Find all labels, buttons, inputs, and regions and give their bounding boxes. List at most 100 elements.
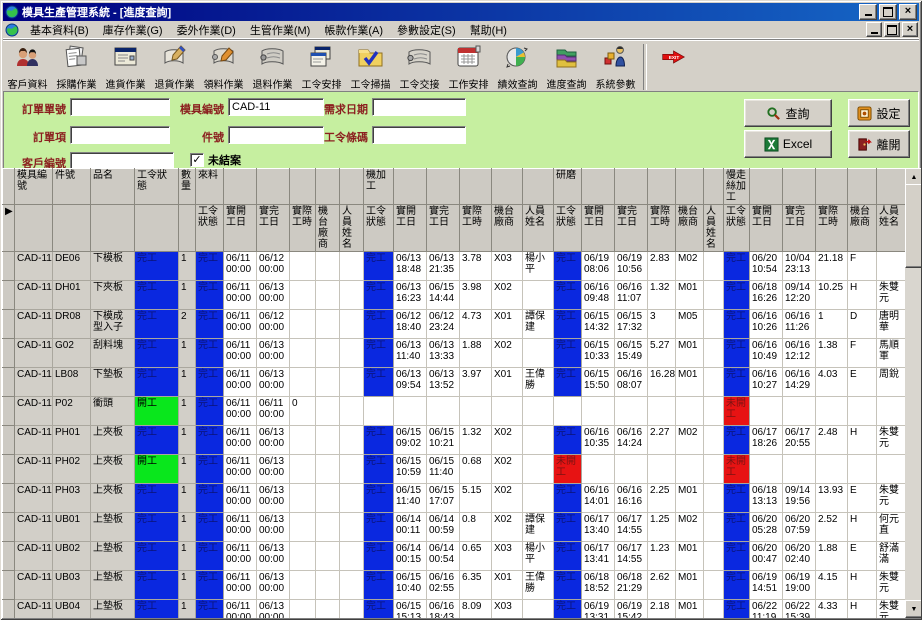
grinding-hours-cell[interactable]: 2.27: [648, 426, 676, 455]
incoming-machine-cell[interactable]: [316, 310, 340, 339]
grinding-start-cell[interactable]: 06/16 09:48: [582, 281, 615, 310]
incoming-machine-cell[interactable]: [316, 571, 340, 600]
grinding-hours-cell[interactable]: 1.23: [648, 542, 676, 571]
grinding-status-cell[interactable]: 完工: [554, 571, 582, 600]
grinding-hours-cell[interactable]: [648, 397, 676, 426]
incoming-start-cell[interactable]: 06/11 00:00: [224, 252, 257, 281]
machining-start-cell[interactable]: 06/14 00:11: [394, 513, 427, 542]
grinding-end-cell[interactable]: 06/15 15:49: [615, 339, 648, 368]
wirecut-start-cell[interactable]: 06/18 13:13: [750, 484, 783, 513]
incoming-hours-cell[interactable]: [290, 571, 316, 600]
incoming-end-cell[interactable]: 06/11 00:00: [257, 397, 290, 426]
wirecut-machine-cell[interactable]: E: [848, 368, 877, 397]
grinding-person-cell[interactable]: [704, 426, 724, 455]
cell-mold-no[interactable]: CAD-11: [15, 368, 53, 397]
cell-product-name[interactable]: 刮料塊: [91, 339, 135, 368]
wirecut-status-cell[interactable]: 未開 工: [724, 397, 750, 426]
toolbar-receiving-button[interactable]: 進貨作業: [101, 41, 150, 93]
cell-product-name[interactable]: 下模成 型入子: [91, 310, 135, 339]
wirecut-hours-cell[interactable]: 2.48: [816, 426, 848, 455]
cell-part-no[interactable]: DR08: [53, 310, 91, 339]
wirecut-hours-cell[interactable]: 10.25: [816, 281, 848, 310]
machining-status-cell[interactable]: [364, 397, 394, 426]
machining-machine-cell[interactable]: X03: [492, 252, 523, 281]
incoming-machine-cell[interactable]: [316, 455, 340, 484]
machining-status-cell[interactable]: 完工: [364, 571, 394, 600]
grinding-end-cell[interactable]: 06/16 14:24: [615, 426, 648, 455]
wirecut-start-cell[interactable]: 06/20 00:47: [750, 542, 783, 571]
wirecut-person-cell[interactable]: 朱雙元: [877, 281, 906, 310]
incoming-person-cell[interactable]: [340, 455, 364, 484]
incoming-hours-cell[interactable]: [290, 600, 316, 619]
close-button[interactable]: ×: [899, 4, 917, 20]
incoming-end-cell[interactable]: 06/12 00:00: [257, 252, 290, 281]
toolbar-purchase-button[interactable]: 採購作業: [52, 41, 101, 93]
wirecut-status-cell[interactable]: 未開 工: [724, 455, 750, 484]
wirecut-start-cell[interactable]: 06/16 10:27: [750, 368, 783, 397]
grinding-person-cell[interactable]: [704, 542, 724, 571]
machining-machine-cell[interactable]: X01: [492, 571, 523, 600]
cell-qty[interactable]: 1: [179, 542, 196, 571]
incoming-machine-cell[interactable]: [316, 281, 340, 310]
child-close-button[interactable]: ×: [902, 22, 918, 37]
machining-person-cell[interactable]: 楊小平: [523, 252, 554, 281]
wirecut-start-cell[interactable]: 06/20 05:28: [750, 513, 783, 542]
grinding-hours-cell[interactable]: 5.27: [648, 339, 676, 368]
row-selector[interactable]: [3, 426, 15, 455]
wirecut-hours-cell[interactable]: 4.15: [816, 571, 848, 600]
machining-hours-cell[interactable]: 3.78: [460, 252, 492, 281]
machining-person-cell[interactable]: [523, 455, 554, 484]
incoming-start-cell[interactable]: 06/11 00:00: [224, 600, 257, 619]
machining-person-cell[interactable]: [523, 397, 554, 426]
grinding-end-cell[interactable]: 06/19 15:42: [615, 600, 648, 619]
cell-product-name[interactable]: 下墊板: [91, 368, 135, 397]
grinding-end-cell[interactable]: 06/16 16:16: [615, 484, 648, 513]
grinding-start-cell[interactable]: [582, 455, 615, 484]
incoming-end-cell[interactable]: 06/13 00:00: [257, 339, 290, 368]
machining-machine-cell[interactable]: X02: [492, 339, 523, 368]
menu-item[interactable]: 基本資料(B): [23, 24, 96, 38]
wirecut-hours-cell[interactable]: 21.18: [816, 252, 848, 281]
machining-hours-cell[interactable]: 4.73: [460, 310, 492, 339]
grinding-hours-cell[interactable]: 2.25: [648, 484, 676, 513]
wirecut-machine-cell[interactable]: H: [848, 426, 877, 455]
wirecut-machine-cell[interactable]: [848, 397, 877, 426]
incoming-person-cell[interactable]: [340, 281, 364, 310]
wirecut-hours-cell[interactable]: 2.52: [816, 513, 848, 542]
grinding-hours-cell[interactable]: 16.28: [648, 368, 676, 397]
incoming-hours-cell[interactable]: [290, 252, 316, 281]
machining-end-cell[interactable]: 06/14 00:54: [427, 542, 460, 571]
scrollbar-thumb[interactable]: [905, 184, 921, 268]
row-selector[interactable]: [3, 281, 15, 310]
grinding-end-cell[interactable]: [615, 455, 648, 484]
wirecut-status-cell[interactable]: 完工: [724, 252, 750, 281]
wirecut-machine-cell[interactable]: D: [848, 310, 877, 339]
incoming-status-cell[interactable]: 完工: [196, 397, 224, 426]
cell-overall-status[interactable]: 完工: [135, 600, 179, 619]
cell-mold-no[interactable]: CAD-11: [15, 542, 53, 571]
machining-end-cell[interactable]: 06/15 11:40: [427, 455, 460, 484]
grinding-person-cell[interactable]: [704, 455, 724, 484]
grinding-person-cell[interactable]: [704, 368, 724, 397]
grinding-start-cell[interactable]: 06/17 13:41: [582, 542, 615, 571]
machining-machine-cell[interactable]: [492, 397, 523, 426]
maximize-button[interactable]: [879, 4, 897, 20]
menu-item[interactable]: 委外作業(D): [170, 24, 243, 38]
incoming-hours-cell[interactable]: [290, 542, 316, 571]
cell-qty[interactable]: 1: [179, 368, 196, 397]
due-date-input[interactable]: [372, 98, 466, 116]
cell-part-no[interactable]: DE06: [53, 252, 91, 281]
machining-status-cell[interactable]: 完工: [364, 600, 394, 619]
incoming-status-cell[interactable]: 完工: [196, 455, 224, 484]
grinding-machine-cell[interactable]: M01: [676, 368, 704, 397]
grinding-start-cell[interactable]: 06/16 10:35: [582, 426, 615, 455]
wirecut-machine-cell[interactable]: F: [848, 252, 877, 281]
incoming-start-cell[interactable]: 06/11 00:00: [224, 281, 257, 310]
wirecut-person-cell[interactable]: 馬順軍: [877, 339, 906, 368]
menu-item[interactable]: 庫存作業(G): [96, 24, 170, 38]
incoming-person-cell[interactable]: [340, 339, 364, 368]
wirecut-start-cell[interactable]: 06/22 11:19: [750, 600, 783, 619]
machining-status-cell[interactable]: 完工: [364, 484, 394, 513]
incoming-start-cell[interactable]: 06/11 00:00: [224, 571, 257, 600]
machining-status-cell[interactable]: 完工: [364, 455, 394, 484]
